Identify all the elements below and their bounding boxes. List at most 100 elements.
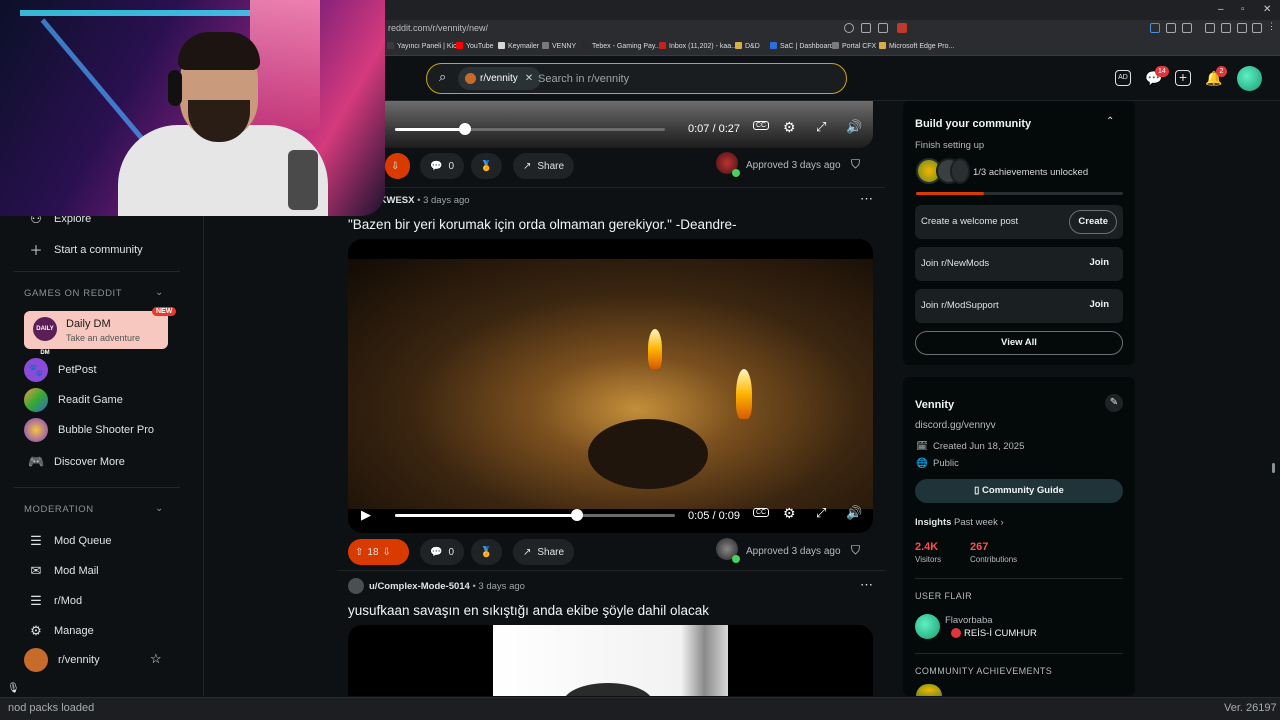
video-player[interactable]: ▶ 0:05 / 0:09 CC ⚙ ⤢ 🔊	[348, 239, 873, 533]
extension-icon[interactable]	[1182, 23, 1192, 33]
bookmark[interactable]: Portal CFX	[832, 42, 876, 50]
create-button[interactable]: Create	[1069, 210, 1117, 234]
create-post-icon[interactable]: +	[1175, 70, 1191, 86]
video-seek-knob[interactable]	[459, 123, 472, 135]
sidebar-toggle-icon[interactable]	[1237, 23, 1247, 33]
captions-icon[interactable]: CC	[753, 508, 770, 517]
achievement-badge-icon	[950, 158, 970, 184]
sidebar-item-r-mod[interactable]: ☰ r/Mod	[28, 593, 82, 609]
video-player[interactable]: 0:07 / 0:27 CC ⚙ ⤢ 🔊	[385, 101, 873, 148]
sidebar-item-start-community[interactable]: ＋ Start a community	[28, 240, 142, 259]
more-options-icon[interactable]: ⋯	[860, 191, 873, 207]
user-avatar[interactable]	[1237, 66, 1262, 91]
bookmark[interactable]: Keymailer	[498, 42, 539, 50]
community-guide-button[interactable]: ▯ Community Guide	[915, 479, 1123, 503]
bookmark[interactable]: YouTube	[456, 42, 494, 50]
shield-icon[interactable]: ⛉	[851, 543, 860, 558]
sidebar-item-manage[interactable]: ⚙ Manage	[28, 623, 94, 639]
chevron-down-icon[interactable]: ⌄	[155, 287, 163, 298]
bookmark[interactable]: Yayıncı Paneli | Kick	[387, 42, 460, 50]
sidebar-item-readit-game[interactable]: Readit Game	[24, 388, 123, 412]
extension-icon[interactable]	[1166, 23, 1176, 33]
gear-icon[interactable]: ⚙	[783, 119, 796, 136]
video-seek-knob[interactable]	[571, 509, 583, 521]
shield-icon[interactable]: ⛉	[851, 157, 860, 172]
ad-icon[interactable]: AD	[1115, 70, 1131, 86]
divider	[337, 187, 885, 188]
readit-game-icon	[24, 388, 48, 412]
volume-icon[interactable]: 🔊	[846, 505, 862, 521]
captions-icon[interactable]: CC	[753, 121, 770, 130]
task-row-welcome-post: Create a welcome post Create	[915, 205, 1123, 239]
search-input[interactable]: Search in r/vennity	[538, 73, 629, 85]
globe-icon: 🌐	[916, 458, 928, 469]
microphone-icon[interactable]: 🎙	[7, 683, 20, 694]
comments-button[interactable]: 💬 0	[420, 539, 465, 565]
vote-control[interactable]: ⇧ 18 ⇩	[348, 539, 409, 565]
share-button[interactable]: ↗ Share	[513, 153, 575, 179]
screenshot-icon[interactable]	[878, 23, 888, 33]
comments-button[interactable]: 💬 0	[420, 153, 465, 179]
collections-icon[interactable]	[1221, 23, 1231, 33]
extension-icon[interactable]	[1150, 23, 1160, 33]
share-button[interactable]: ↗ Share	[513, 539, 575, 565]
reader-icon[interactable]	[861, 23, 871, 33]
bookmark[interactable]: VENNY	[542, 42, 576, 50]
sidebar-item-mod-mail[interactable]: ✉ Mod Mail	[28, 563, 99, 579]
post-meta: /KWESX • 3 days ago	[377, 195, 470, 206]
brave-shield-icon[interactable]	[897, 23, 907, 33]
community-link[interactable]: discord.gg/vennyv	[915, 420, 996, 431]
post-title[interactable]: "Bazen bir yeri korumak için orda olmama…	[348, 217, 737, 232]
fullscreen-icon[interactable]: ⤢	[816, 119, 826, 135]
bookmark[interactable]: Inbox (11,202) - kaa...	[659, 42, 737, 50]
bookmark[interactable]: Microsoft Edge Pro...	[879, 42, 954, 50]
close-icon[interactable]: ✕	[1263, 4, 1271, 15]
fullscreen-icon[interactable]: ⤢	[816, 505, 826, 521]
sidebar-item-r-vennity[interactable]: r/vennity	[24, 648, 100, 672]
sidebar-item-bubble-shooter[interactable]: Bubble Shooter Pro	[24, 418, 154, 442]
daily-dm-card[interactable]: DAILY DM Daily DM Take an adventure NEW	[24, 307, 177, 356]
downloads-icon[interactable]	[1205, 23, 1215, 33]
status-bar	[0, 697, 1280, 720]
bookmark[interactable]: Tebex - Gaming Pay...	[582, 42, 661, 50]
video-time: 0:05 / 0:09	[688, 510, 740, 522]
upvote-icon[interactable]: ⇧	[355, 547, 363, 558]
join-button[interactable]: Join	[1081, 252, 1117, 276]
star-icon[interactable]: ☆	[150, 651, 162, 667]
sidebar-item-petpost[interactable]: 🐾 PetPost	[24, 358, 97, 382]
minimize-icon[interactable]: –	[1218, 4, 1224, 15]
zoom-icon[interactable]	[844, 23, 854, 33]
url-text[interactable]: reddit.com/r/vennity/new/	[388, 23, 488, 33]
post-title[interactable]: yusufkaan savaşın en sıkıştığı anda ekib…	[348, 603, 709, 618]
bookmark[interactable]: SaC | Dashboard	[770, 42, 834, 50]
edit-icon[interactable]: ✎	[1105, 394, 1123, 412]
close-icon[interactable]: ✕	[525, 73, 533, 84]
award-button[interactable]: 🏅	[471, 539, 502, 565]
join-button[interactable]: Join	[1081, 294, 1117, 318]
scrollbar-thumb[interactable]	[1272, 463, 1275, 473]
post-author[interactable]: u/Complex-Mode-5014	[369, 581, 470, 592]
play-icon[interactable]: ▶	[361, 507, 371, 523]
sidebar-item-mod-queue[interactable]: ☰ Mod Queue	[28, 533, 111, 549]
maximize-icon[interactable]: ▫	[1241, 4, 1245, 15]
chevron-up-icon[interactable]: ⌃	[1106, 116, 1114, 127]
downvote-icon[interactable]: ⇩	[383, 547, 391, 558]
more-options-icon[interactable]: ⋯	[860, 577, 873, 593]
downvote-button[interactable]: ⇩	[385, 153, 410, 179]
volume-icon[interactable]: 🔊	[846, 119, 862, 135]
video-player[interactable]	[348, 625, 873, 696]
shield-icon[interactable]	[1252, 23, 1262, 33]
author-avatar[interactable]	[348, 578, 364, 594]
community-achievements-heading: COMMUNITY ACHIEVEMENTS	[915, 666, 1053, 676]
more-menu-icon[interactable]: ⋮	[1267, 21, 1276, 31]
award-button[interactable]: 🏅	[471, 153, 502, 179]
view-all-button[interactable]: View All	[915, 331, 1123, 355]
community-chip[interactable]: r/vennity ✕	[458, 67, 542, 90]
bookmark[interactable]: D&D	[735, 42, 760, 50]
chevron-down-icon[interactable]: ⌄	[155, 503, 163, 514]
sidebar-item-discover-more[interactable]: 🎮 Discover More	[28, 454, 125, 470]
mail-icon: ✉	[30, 563, 42, 578]
list-icon: ☰	[30, 593, 42, 608]
gear-icon[interactable]: ⚙	[783, 505, 796, 522]
insights-range-dropdown[interactable]: Past week ›	[954, 517, 1004, 528]
